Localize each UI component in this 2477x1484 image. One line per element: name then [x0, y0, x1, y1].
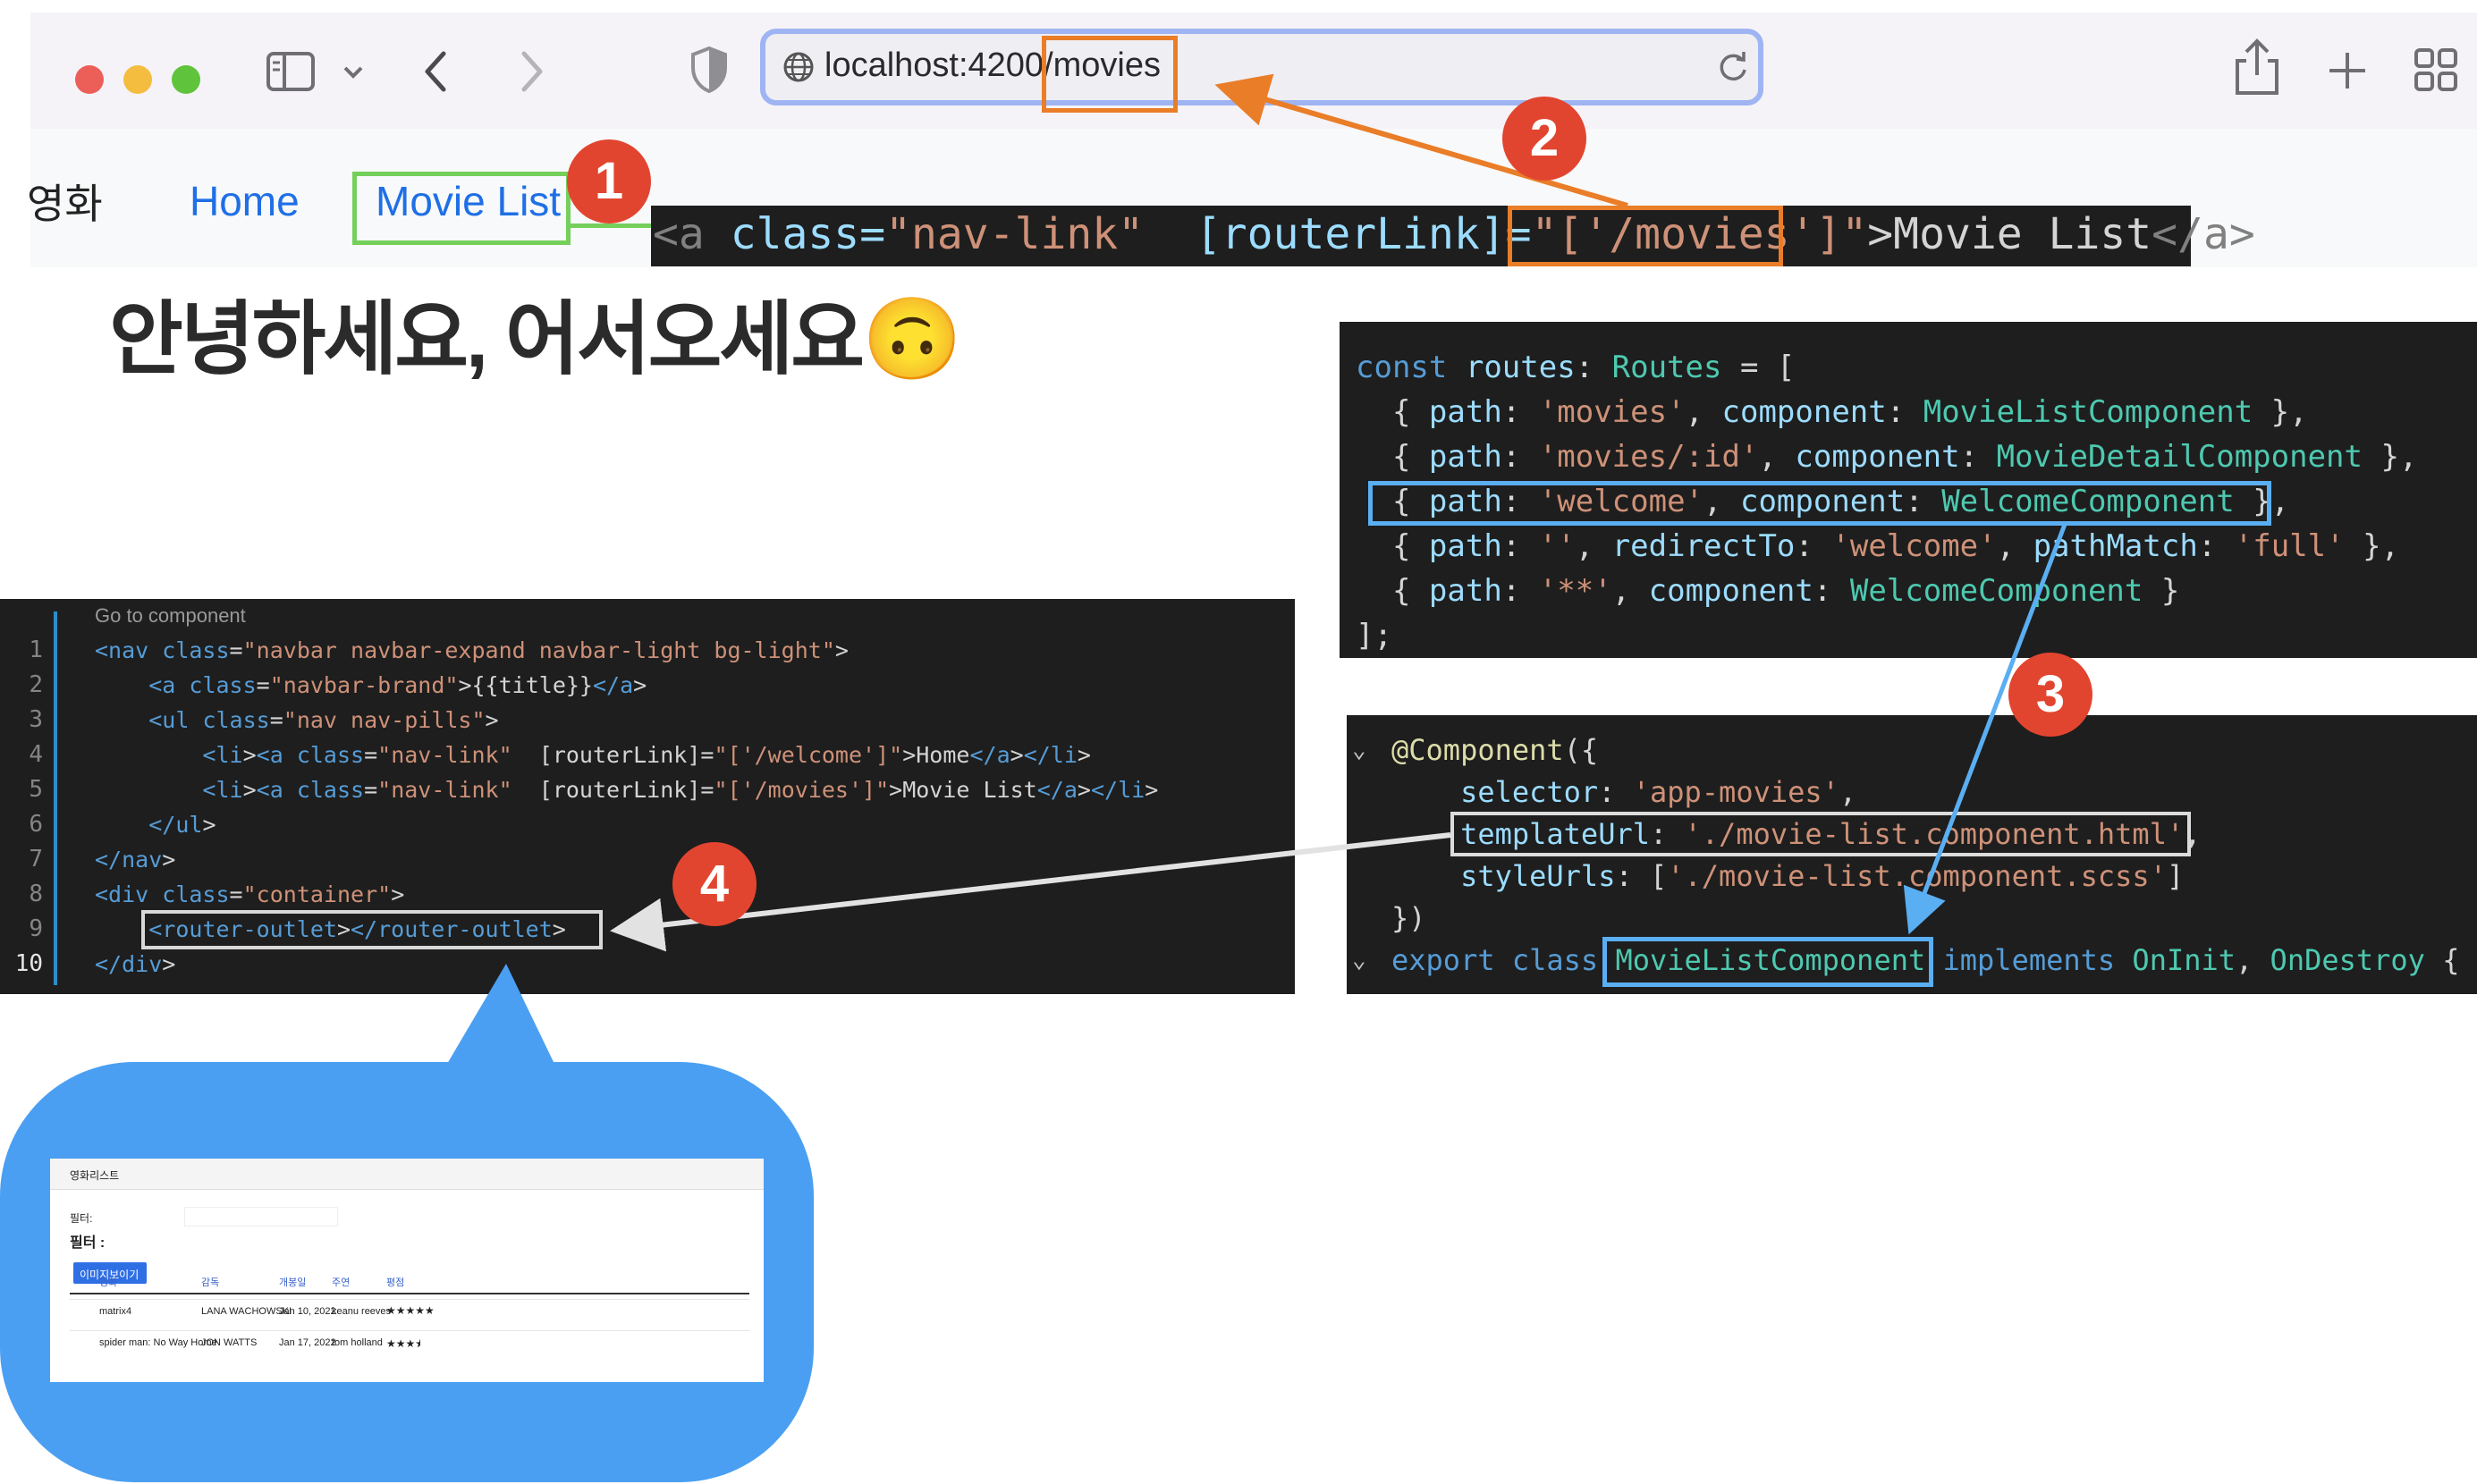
table-header-cell[interactable]: 감독 — [201, 1275, 219, 1289]
preview-title: 영화리스트 — [70, 1169, 120, 1182]
table-cell: Jan 10, 2022 — [279, 1306, 336, 1317]
table-cell: tom holland — [332, 1337, 383, 1348]
table-cell: Jan 17, 2022 — [279, 1337, 336, 1348]
table-header-cell[interactable]: 영화 — [99, 1275, 117, 1289]
rating-stars: ★★★★★ — [386, 1304, 435, 1317]
rating-stars: ★★★⯨ — [386, 1337, 421, 1350]
table-row — [70, 1330, 749, 1331]
table-cell: spider man: No Way Home — [99, 1337, 217, 1348]
table-header-cell[interactable]: 개봉일 — [279, 1275, 306, 1289]
step-badge: 3 — [2008, 653, 2092, 737]
table-cell: LANA WACHOWSKI — [201, 1306, 292, 1317]
movie-list-preview: 영화리스트 필터: 필터 : 이미지보이기 영화 감독 개봉일 주연 평점 matrix… — [50, 1159, 764, 1382]
table-cell: matrix4 — [99, 1306, 132, 1317]
step-badge: 4 — [672, 842, 757, 926]
table-divider — [70, 1293, 749, 1294]
table-cell: JON WATTS — [201, 1337, 258, 1348]
table-cell: keanu reeves — [332, 1306, 392, 1317]
step-badge: 2 — [1502, 97, 1586, 181]
preview-navbar — [50, 1159, 764, 1190]
preview-filter-input[interactable] — [184, 1207, 338, 1227]
preview-filter-heading: 필터 : — [70, 1235, 106, 1251]
step-badge: 1 — [567, 139, 651, 223]
table-row — [70, 1299, 749, 1300]
table-header-cell[interactable]: 평점 — [386, 1275, 404, 1289]
table-header-cell[interactable]: 주연 — [332, 1275, 350, 1289]
preview-filter-label: 필터: — [70, 1212, 93, 1225]
